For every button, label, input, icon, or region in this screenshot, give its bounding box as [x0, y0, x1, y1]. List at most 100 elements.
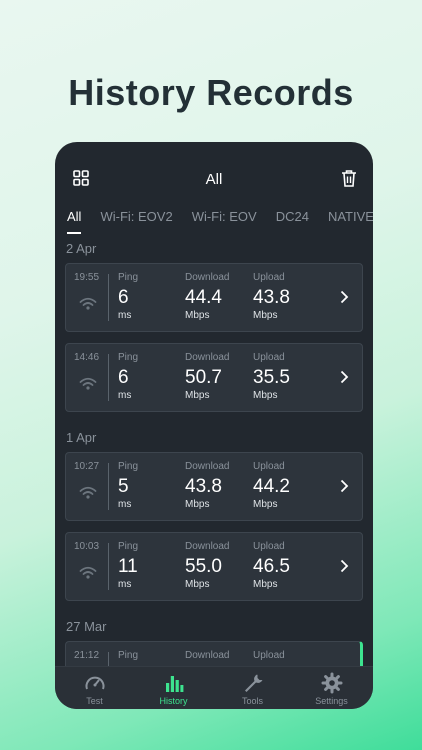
wifi-icon — [79, 566, 97, 579]
record-time: 10:27 — [74, 461, 100, 472]
history-record[interactable]: 14:46 Ping 6 ms Download 50.7 Mbps Upload 35.5 Mb… — [65, 343, 363, 412]
download-value: 50.7 — [185, 367, 222, 388]
ping-label: Ping — [118, 541, 139, 552]
upload-column: Upload 46.5 Mbps — [253, 541, 290, 590]
ping-column: Ping 5 ms — [118, 461, 138, 510]
nav-label: Tools — [241, 696, 263, 706]
nav-item-test[interactable]: Test — [55, 672, 134, 706]
phone-screen: All All Wi-Fi: EOV2 Wi-Fi: EOV DC24 NATIVETA… — [55, 142, 373, 709]
ping-value: 11 — [118, 556, 138, 577]
download-label: Download — [185, 272, 230, 283]
download-column: Download 55.0 Mbps — [185, 541, 229, 590]
download-label: Download — [185, 352, 230, 363]
ping-column: Ping 11 ms — [118, 541, 138, 590]
download-label: Download — [185, 461, 230, 472]
upload-value: 43.8 — [253, 287, 290, 308]
bar-chart-icon — [165, 676, 183, 692]
upload-value: 35.5 — [253, 367, 290, 388]
nav-item-history[interactable]: History — [134, 672, 213, 706]
ping-column: Ping39ms — [118, 650, 139, 666]
wifi-icon — [79, 486, 97, 499]
download-unit: Mbps — [185, 499, 210, 510]
history-record[interactable]: 10:03 Ping 11 ms Download 55.0 Mbps Upload 46.5 M… — [65, 532, 363, 601]
upload-label: Upload — [253, 352, 285, 363]
headline: History Records — [68, 72, 354, 113]
download-unit: Mbps — [185, 390, 210, 401]
ping-unit: ms — [118, 310, 132, 321]
divider — [108, 463, 109, 510]
upload-column: Upload 44.2 Mbps — [253, 461, 290, 510]
divider — [108, 274, 109, 321]
ping-unit: ms — [118, 390, 132, 401]
download-column: Download 50.7 Mbps — [185, 352, 229, 401]
download-column: Download 43.8 Mbps — [185, 461, 229, 510]
speedometer-icon — [85, 676, 104, 690]
upload-label: Upload — [253, 541, 285, 552]
upload-column: Upload 43.8 Mbps — [253, 272, 290, 321]
nav-item-tools[interactable]: Tools — [213, 672, 292, 706]
ping-label: Ping — [118, 272, 139, 283]
wifi-icon — [79, 297, 97, 310]
chevron-right-icon — [340, 559, 349, 573]
chevron-right-icon — [340, 290, 349, 304]
download-value: 55.0 — [185, 556, 222, 577]
download-column: Download62.3Mbps — [185, 650, 229, 666]
chevron-right-icon — [340, 370, 349, 384]
tab-wifi-eov[interactable]: Wi-Fi: EOV — [192, 209, 257, 232]
tab-nativetap[interactable]: NATIVETAP — [328, 209, 373, 232]
history-record[interactable]: 10:27 Ping 5 ms Download 43.8 Mbps Upload 44.2 Mb… — [65, 452, 363, 521]
upload-label: Upload — [253, 272, 285, 283]
ping-column: Ping 6 ms — [118, 272, 138, 321]
download-label: Download — [185, 541, 230, 552]
ping-label: Ping — [118, 650, 139, 661]
nav-label: Test — [86, 696, 103, 706]
record-time: 19:55 — [74, 272, 100, 283]
ping-value: 6 — [118, 287, 129, 308]
tab-dc24[interactable]: DC24 — [276, 209, 309, 232]
download-column: Download 44.4 Mbps — [185, 272, 229, 321]
upload-unit: Mbps — [253, 310, 278, 321]
nav-label: Settings — [315, 696, 348, 706]
gear-icon — [321, 672, 342, 694]
tab-wifi-eov2[interactable]: Wi-Fi: EOV2 — [100, 209, 172, 232]
upload-column: Upload30.3Mbps — [253, 650, 290, 666]
download-unit: Mbps — [185, 579, 210, 590]
download-value: 44.4 — [185, 287, 222, 308]
upload-value: 46.5 — [253, 556, 290, 577]
upload-unit: Mbps — [253, 499, 278, 510]
download-value: 43.8 — [185, 476, 222, 497]
nav-item-settings[interactable]: Settings — [292, 672, 371, 706]
ping-unit: ms — [118, 579, 132, 590]
nav-label: History — [159, 696, 188, 706]
divider — [108, 652, 109, 666]
download-label: Download — [185, 650, 230, 661]
ping-label: Ping — [118, 461, 139, 472]
trash-icon[interactable] — [341, 169, 357, 187]
ping-value: 6 — [118, 367, 129, 388]
wifi-icon — [79, 377, 97, 390]
top-bar: All — [55, 142, 373, 216]
upload-label: Upload — [253, 461, 285, 472]
upload-unit: Mbps — [253, 390, 278, 401]
page-title: All — [205, 171, 223, 188]
upload-column: Upload 35.5 Mbps — [253, 352, 290, 401]
download-unit: Mbps — [185, 310, 210, 321]
ping-column: Ping 6 ms — [118, 352, 138, 401]
record-time: 10:03 — [74, 541, 100, 552]
date-header: 2 Apr — [66, 241, 97, 256]
filter-tabs: All Wi-Fi: EOV2 Wi-Fi: EOV DC24 NATIVETAP — [67, 208, 373, 234]
date-header: 1 Apr — [66, 430, 97, 445]
chevron-right-icon — [340, 479, 349, 493]
record-time: 21:12 — [74, 650, 100, 661]
wrench-icon — [244, 674, 262, 692]
upload-unit: Mbps — [253, 579, 278, 590]
ping-value: 5 — [118, 476, 129, 497]
ping-label: Ping — [118, 352, 139, 363]
history-record[interactable]: 19:55 Ping 6 ms Download 44.4 Mbps Upload 43.8 Mb… — [65, 263, 363, 332]
divider — [108, 543, 109, 590]
ping-unit: ms — [118, 499, 132, 510]
history-list[interactable]: 2 Apr 19:55 Ping 6 ms Download 44.4 Mbps Upload 4… — [55, 234, 373, 666]
history-record[interactable]: 21:12 Ping39ms Download62.3Mbps Upload30.3M… — [65, 641, 363, 666]
tab-all[interactable]: All — [67, 209, 82, 234]
date-header: 27 Mar — [66, 619, 107, 634]
